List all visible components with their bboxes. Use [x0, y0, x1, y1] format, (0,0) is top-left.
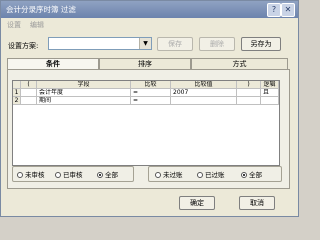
table-cell-lparen[interactable] — [21, 89, 37, 97]
menu-bar: 设置 编辑 — [1, 19, 298, 31]
radio-unaudited[interactable]: 未审核 — [17, 171, 45, 179]
ok-button[interactable]: 确定 — [179, 196, 215, 210]
table-cell-rparen[interactable] — [237, 89, 261, 97]
help-button[interactable]: ? — [267, 3, 281, 17]
chevron-down-icon[interactable]: ▼ — [139, 38, 151, 49]
field-column-header: 字段 — [37, 81, 131, 89]
table-cell-rparen[interactable] — [237, 97, 261, 105]
plan-select[interactable]: ▼ — [48, 37, 152, 50]
row-number-header — [13, 81, 21, 89]
close-button[interactable]: ✕ — [281, 3, 295, 17]
table-cell-field[interactable]: 期间 — [37, 97, 131, 105]
rparen-column-header: ) — [237, 81, 261, 89]
condition-grid[interactable]: ( 字段 比较 比较值 ) 逻辑 1 会计年度 = 2007 且 2 期间 = — [12, 80, 280, 166]
table-cell-logic[interactable] — [261, 97, 279, 105]
radio-posted[interactable]: 已过账 — [197, 171, 225, 179]
radio-audited-indicator — [55, 172, 61, 178]
conditions-panel: ( 字段 比较 比较值 ) 逻辑 1 会计年度 = 2007 且 2 期间 = … — [7, 69, 290, 189]
table-cell-field[interactable]: 会计年度 — [37, 89, 131, 97]
radio-posting-all-indicator — [241, 172, 247, 178]
table-cell-value[interactable]: 2007 — [171, 89, 237, 97]
table-cell-value[interactable] — [171, 97, 237, 105]
table-cell-logic[interactable]: 且 — [261, 89, 279, 97]
save-as-plan-button[interactable]: 另存为 — [241, 37, 281, 51]
radio-unposted[interactable]: 未过账 — [155, 171, 183, 179]
radio-audited-label: 已审核 — [63, 171, 83, 179]
radio-posted-indicator — [197, 172, 203, 178]
table-cell-lparen[interactable] — [21, 97, 37, 105]
logic-column-header: 逻辑 — [261, 81, 279, 89]
posting-status-group: 未过账 已过账 全部 — [148, 166, 282, 182]
filter-dialog: 会计分录序时簿 过滤 ? ✕ 设置 编辑 设置方案: ▼ 保存 删除 另存为 条… — [0, 0, 299, 217]
delete-plan-button[interactable]: 删除 — [199, 37, 235, 51]
radio-posting-all[interactable]: 全部 — [241, 171, 262, 179]
value-column-header: 比较值 — [171, 81, 237, 89]
radio-posted-label: 已过账 — [205, 171, 225, 179]
cancel-button[interactable]: 取消 — [239, 196, 275, 210]
radio-unposted-label: 未过账 — [163, 171, 183, 179]
audit-status-group: 未审核 已审核 全部 — [12, 166, 134, 182]
radio-audit-all-label: 全部 — [105, 171, 118, 179]
plan-label: 设置方案: — [8, 42, 39, 50]
save-plan-button[interactable]: 保存 — [157, 37, 193, 51]
table-cell-operator[interactable]: = — [131, 89, 171, 97]
menu-item-edit[interactable]: 编辑 — [30, 19, 44, 31]
radio-unaudited-indicator — [17, 172, 23, 178]
menu-item-settings[interactable]: 设置 — [7, 19, 21, 31]
table-cell-operator[interactable]: = — [131, 97, 171, 105]
lparen-column-header: ( — [21, 81, 37, 89]
radio-unaudited-label: 未审核 — [25, 171, 45, 179]
radio-posting-all-label: 全部 — [249, 171, 262, 179]
operator-column-header: 比较 — [131, 81, 171, 89]
radio-audit-all-indicator — [97, 172, 103, 178]
radio-unposted-indicator — [155, 172, 161, 178]
row-number: 1 — [13, 89, 21, 97]
radio-audited[interactable]: 已审核 — [55, 171, 83, 179]
radio-audit-all[interactable]: 全部 — [97, 171, 118, 179]
title-bar: 会计分录序时簿 过滤 ? ✕ — [1, 1, 298, 18]
row-number: 2 — [13, 97, 21, 105]
window-title: 会计分录序时簿 过滤 — [6, 5, 76, 14]
